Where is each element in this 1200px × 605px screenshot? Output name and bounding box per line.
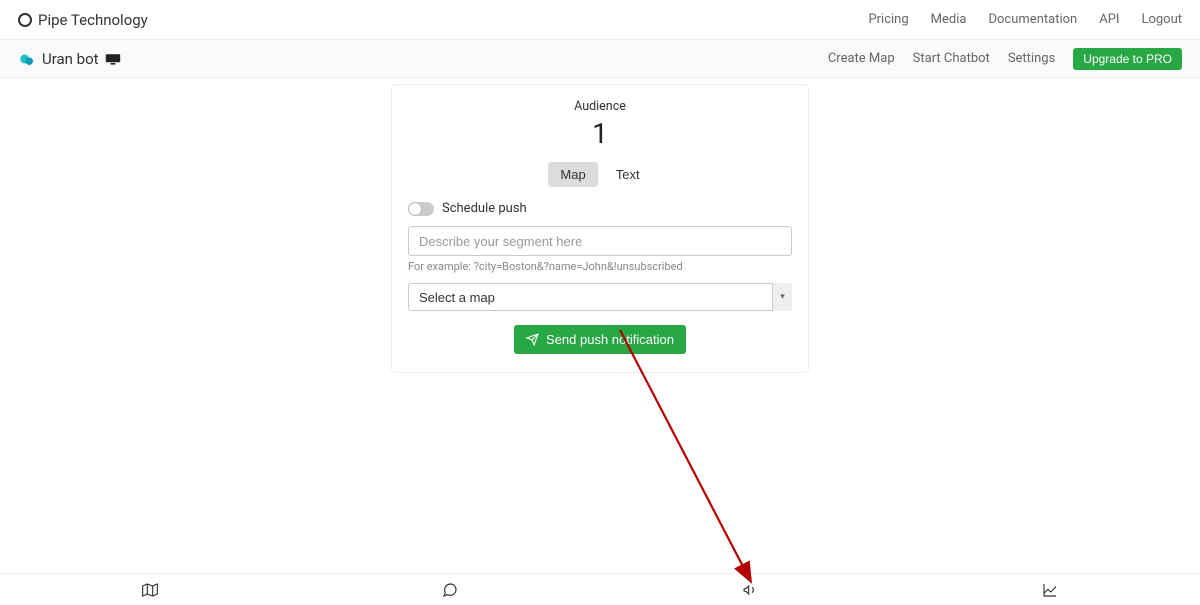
start-chatbot-link[interactable]: Start Chatbot	[913, 51, 990, 66]
map-icon[interactable]	[142, 582, 158, 598]
send-push-label: Send push notification	[546, 332, 674, 347]
segment-input[interactable]	[408, 226, 792, 256]
brand-text: Pipe Technology	[38, 11, 148, 29]
brand-logo-icon	[18, 13, 32, 27]
map-select-wrapper: Select a map ▾	[408, 283, 792, 311]
audience-label: Audience	[408, 99, 792, 114]
audience-count: 1	[408, 116, 792, 152]
tab-map[interactable]: Map	[548, 162, 597, 187]
send-row: Send push notification	[408, 325, 792, 354]
sub-navbar: Uran bot Create Map Start Chatbot Settin…	[0, 40, 1200, 78]
settings-link[interactable]: Settings	[1008, 51, 1055, 66]
upgrade-button[interactable]: Upgrade to PRO	[1073, 48, 1182, 70]
footer-nav	[0, 573, 1200, 605]
bot-name: Uran bot	[42, 50, 99, 68]
chart-icon[interactable]	[1042, 582, 1058, 598]
nav-documentation[interactable]: Documentation	[988, 12, 1077, 27]
sub-actions: Create Map Start Chatbot Settings Upgrad…	[828, 48, 1182, 70]
monitor-icon	[105, 53, 121, 65]
nav-logout[interactable]: Logout	[1141, 12, 1182, 27]
schedule-toggle[interactable]	[408, 202, 434, 216]
top-navbar: Pipe Technology Pricing Media Documentat…	[0, 0, 1200, 40]
map-select[interactable]: Select a map	[408, 283, 792, 311]
schedule-label: Schedule push	[442, 201, 527, 216]
toggle-knob	[409, 203, 421, 215]
mode-tabs: Map Text	[408, 162, 792, 187]
push-panel: Audience 1 Map Text Schedule push For ex…	[391, 84, 809, 373]
megaphone-icon[interactable]	[742, 582, 758, 598]
paper-plane-icon	[526, 333, 539, 346]
schedule-row: Schedule push	[408, 201, 792, 216]
segment-example-hint: For example: ?city=Boston&?name=John&!un…	[408, 260, 792, 273]
nav-media[interactable]: Media	[931, 12, 967, 27]
nav-pricing[interactable]: Pricing	[868, 12, 908, 27]
create-map-link[interactable]: Create Map	[828, 51, 895, 66]
send-push-button[interactable]: Send push notification	[514, 325, 686, 354]
bot-avatar-icon	[18, 50, 36, 68]
nav-api[interactable]: API	[1099, 12, 1119, 27]
chat-icon[interactable]	[442, 582, 458, 598]
bot-identity: Uran bot	[18, 50, 121, 68]
tab-text[interactable]: Text	[604, 162, 652, 187]
top-nav-links: Pricing Media Documentation API Logout	[868, 12, 1182, 27]
brand: Pipe Technology	[18, 11, 148, 29]
